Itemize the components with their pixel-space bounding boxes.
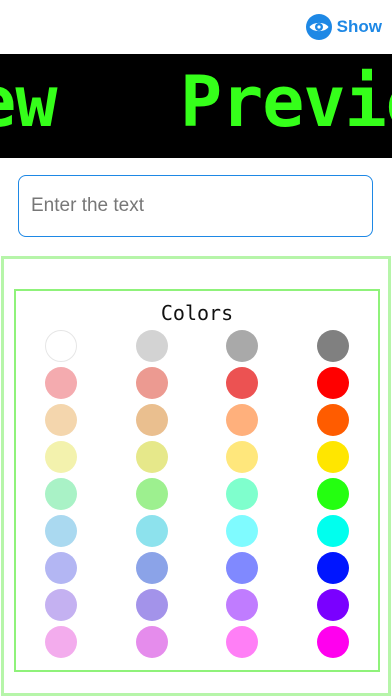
led-preview-banner: view Preview [0, 54, 392, 158]
color-swatch[interactable] [135, 589, 168, 621]
color-swatch[interactable] [226, 626, 259, 658]
color-swatch[interactable] [135, 515, 168, 547]
color-swatch[interactable] [135, 552, 168, 584]
color-swatch[interactable] [316, 441, 349, 473]
preview-text: view Preview [0, 61, 392, 143]
color-swatch[interactable] [316, 330, 349, 362]
color-swatch[interactable] [45, 367, 78, 399]
color-palette-card: Colors [14, 289, 380, 672]
color-swatch[interactable] [45, 441, 78, 473]
text-input[interactable] [18, 175, 373, 237]
color-swatch[interactable] [135, 367, 168, 399]
eye-icon [305, 14, 332, 40]
color-swatch[interactable] [226, 404, 259, 436]
color-swatch[interactable] [45, 515, 78, 547]
color-swatch[interactable] [226, 552, 259, 584]
color-swatch[interactable] [135, 441, 168, 473]
color-swatch[interactable] [226, 367, 259, 399]
color-swatch[interactable] [226, 441, 259, 473]
color-swatch[interactable] [135, 330, 168, 362]
color-swatch[interactable] [316, 626, 349, 658]
color-swatch[interactable] [45, 330, 78, 362]
color-swatch[interactable] [226, 515, 259, 547]
color-swatch-grid [16, 330, 378, 658]
color-swatch[interactable] [316, 404, 349, 436]
color-swatch[interactable] [316, 589, 349, 621]
color-swatch[interactable] [226, 478, 259, 510]
color-swatch[interactable] [316, 478, 349, 510]
show-button[interactable]: Show [305, 14, 382, 40]
color-swatch[interactable] [45, 552, 78, 584]
color-swatch[interactable] [226, 330, 259, 362]
color-swatch[interactable] [45, 404, 78, 436]
show-label: Show [336, 17, 382, 36]
color-swatch[interactable] [135, 626, 168, 658]
color-swatch[interactable] [226, 589, 259, 621]
color-swatch[interactable] [135, 404, 168, 436]
colors-title: Colors [160, 301, 234, 325]
color-swatch[interactable] [45, 589, 78, 621]
color-swatch[interactable] [316, 552, 349, 584]
color-swatch[interactable] [45, 626, 78, 658]
top-bar: Show [0, 0, 392, 52]
color-swatch[interactable] [316, 367, 349, 399]
color-swatch[interactable] [135, 478, 168, 510]
color-swatch[interactable] [45, 478, 78, 510]
color-swatch[interactable] [316, 515, 349, 547]
color-panel: Colors [1, 256, 391, 696]
